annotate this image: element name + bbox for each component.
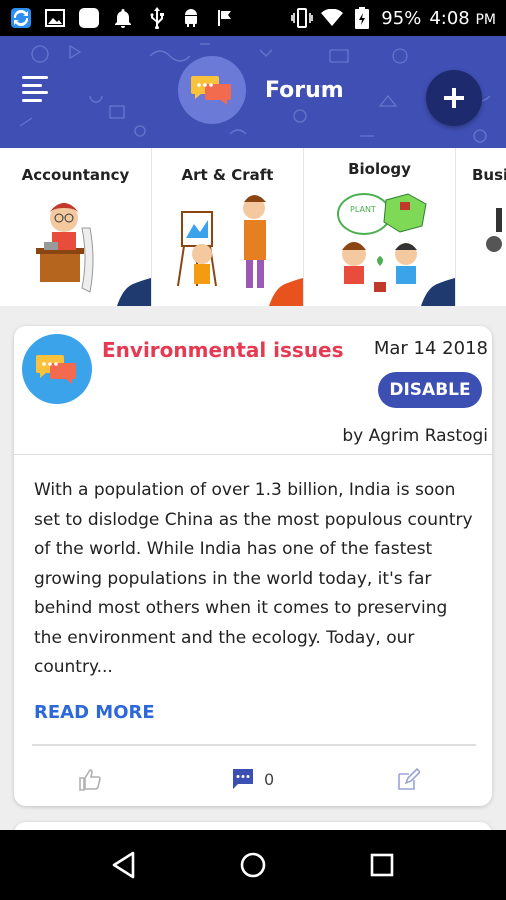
system-nav-bar bbox=[0, 830, 506, 900]
menu-button[interactable] bbox=[22, 76, 50, 102]
post-body: With a population of over 1.3 billion, I… bbox=[34, 480, 473, 677]
comments-button[interactable]: 0 bbox=[232, 768, 274, 790]
recents-icon bbox=[370, 853, 393, 877]
category-corner-accent bbox=[269, 278, 303, 306]
category-biology[interactable]: Biology PLANT bbox=[304, 148, 456, 306]
business-illustration bbox=[486, 208, 502, 252]
category-label: Accountancy bbox=[21, 166, 130, 184]
category-label: Busin bbox=[472, 166, 506, 184]
category-accountancy[interactable]: Accountancy bbox=[0, 148, 152, 306]
edit-icon[interactable] bbox=[396, 768, 420, 792]
vibrate-icon bbox=[291, 7, 314, 29]
post-title[interactable]: Environmental issues bbox=[102, 338, 344, 362]
post-forum-icon bbox=[22, 334, 92, 404]
svg-text:PLANT: PLANT bbox=[350, 205, 376, 214]
divider bbox=[32, 744, 476, 746]
recents-button[interactable] bbox=[364, 847, 400, 883]
divider bbox=[14, 454, 492, 455]
accountancy-illustration bbox=[36, 203, 94, 293]
plus-icon bbox=[444, 88, 464, 108]
post-actions: 0 bbox=[14, 764, 492, 796]
read-more-link[interactable]: READ MORE bbox=[34, 702, 155, 723]
corner-shape bbox=[117, 278, 151, 306]
wifi-icon bbox=[321, 7, 344, 29]
app-notification-icon bbox=[10, 7, 32, 29]
category-art-craft[interactable]: Art & Craft bbox=[152, 148, 304, 306]
usb-icon bbox=[146, 7, 168, 29]
comment-icon bbox=[233, 769, 253, 789]
clock: 4:08 PM bbox=[429, 7, 496, 29]
status-bar: 95% 4:08 PM bbox=[0, 0, 506, 36]
home-icon bbox=[240, 852, 266, 878]
battery-icon bbox=[351, 7, 373, 29]
check-flag-icon bbox=[214, 7, 236, 29]
category-label: Biology bbox=[348, 160, 411, 178]
bell-icon bbox=[112, 7, 134, 29]
add-post-button[interactable] bbox=[426, 70, 482, 126]
biology-illustration: PLANT bbox=[337, 193, 427, 292]
category-carousel[interactable]: Accountancy Art & Craft Biology PLANT Bu… bbox=[0, 148, 506, 306]
art-craft-illustration bbox=[177, 195, 266, 288]
home-button[interactable] bbox=[235, 847, 271, 883]
battery-percent: 95% bbox=[381, 7, 422, 29]
category-label: Art & Craft bbox=[181, 166, 274, 184]
page-title: Forum bbox=[265, 78, 344, 103]
thumbs-up-icon[interactable] bbox=[78, 768, 102, 792]
post-card[interactable]: Environmental issues Mar 14 2018 DISABLE… bbox=[14, 326, 492, 806]
forum-logo-icon bbox=[178, 56, 246, 124]
category-corner-accent bbox=[117, 278, 151, 306]
corner-shape bbox=[269, 278, 303, 306]
app-square-icon bbox=[78, 7, 100, 29]
comment-count: 0 bbox=[264, 769, 275, 789]
corner-shape bbox=[421, 278, 455, 306]
category-business[interactable]: Busin bbox=[456, 148, 506, 306]
disable-button[interactable]: DISABLE bbox=[378, 372, 482, 408]
app-header: Forum bbox=[0, 36, 506, 148]
back-button[interactable] bbox=[106, 847, 142, 883]
back-icon bbox=[113, 851, 135, 879]
android-icon bbox=[180, 7, 202, 29]
post-author: by Agrim Rastogi bbox=[342, 426, 488, 446]
category-corner-accent bbox=[421, 278, 455, 306]
image-icon bbox=[44, 7, 66, 29]
post-date: Mar 14 2018 bbox=[373, 338, 488, 359]
